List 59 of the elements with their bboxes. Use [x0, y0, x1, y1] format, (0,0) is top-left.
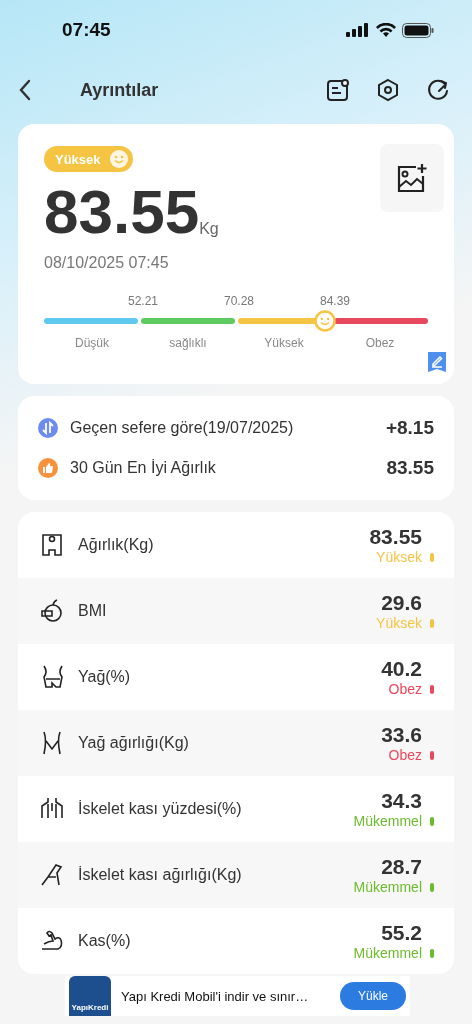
settings-icon[interactable]	[376, 78, 400, 102]
threshold-value: 84.39	[319, 294, 350, 308]
metric-name: Kas(%)	[78, 932, 132, 950]
metric-value: 28.7	[381, 855, 422, 879]
range-label: Obez	[364, 336, 396, 350]
metric-value: 55.2	[381, 921, 422, 945]
metric-row[interactable]: Ağırlık(Kg) 83.55 Yüksek	[18, 512, 454, 578]
metric-row[interactable]: Yağ(%) 40.2 Obez	[18, 644, 454, 710]
threshold-value: 70.28	[223, 294, 254, 308]
install-button[interactable]: Yükle	[339, 982, 406, 1010]
status-badge: Yüksek	[44, 146, 133, 172]
metric-name: Ağırlık(Kg)	[78, 536, 155, 554]
smiley-icon	[108, 149, 129, 169]
refresh-icon[interactable]	[426, 78, 450, 102]
metric-value: 34.3	[381, 789, 422, 813]
metric-value: 83.55	[369, 525, 422, 549]
back-icon	[18, 79, 32, 101]
metric-status: Yüksek	[376, 615, 422, 631]
metric-status: Yüksek	[376, 549, 422, 565]
metric-name: Yağ ağırlığı(Kg)	[78, 734, 190, 752]
metric-row[interactable]: İskelet kası yüzdesi(%) 34.3 Mükemmel	[18, 776, 454, 842]
ad-banner[interactable]: YapıKredi Yapı Kredi Mobil'i indir ve sınır… Yükle	[65, 976, 410, 1016]
compare-icon	[38, 418, 58, 438]
metric-status: Mükemmel	[353, 813, 422, 829]
metric-name: BMI	[78, 602, 108, 620]
metric-status: Mükemmel	[353, 945, 422, 961]
range-label: Düşük	[74, 336, 110, 350]
add-image-icon	[396, 163, 428, 193]
metric-value: 40.2	[381, 657, 422, 681]
wifi-icon	[376, 22, 396, 38]
comparison-label: 30 Gün En İyi Ağırlık	[70, 459, 217, 477]
range-label: Yüksek	[263, 336, 305, 350]
metric-value: 33.6	[381, 723, 422, 747]
metric-name: İskelet kası ağırlığı(Kg)	[78, 866, 243, 884]
note-icon[interactable]	[326, 78, 350, 102]
metric-status: Mükemmel	[353, 879, 422, 895]
add-photo-button[interactable]	[380, 144, 444, 212]
edit-icon[interactable]	[428, 352, 446, 372]
battery-icon	[402, 22, 434, 38]
app-logo: YapıKredi	[69, 976, 111, 1016]
comparison-value: 83.55	[386, 457, 434, 479]
ad-text: Yapı Kredi Mobil'i indir ve sınır…	[121, 988, 310, 1004]
metric-status: Obez	[388, 747, 422, 763]
metric-name: Yağ(%)	[78, 668, 132, 686]
metric-value: 29.6	[381, 591, 422, 615]
weight-unit: Kg	[199, 220, 219, 238]
thumbs-up-icon	[38, 458, 58, 478]
weight-value: 83.55	[44, 178, 200, 246]
comparison-label: Geçen sefere göre(19/07/2025)	[70, 419, 295, 437]
signal-icon	[346, 23, 370, 37]
metric-status: Obez	[388, 681, 422, 697]
range-label: sağlıklı	[168, 336, 208, 350]
comparison-value: +8.15	[385, 417, 434, 439]
measurement-date: 08/10/2025 07:45	[44, 254, 170, 272]
clock: 07:45	[62, 19, 111, 41]
threshold-value: 52.21	[127, 294, 158, 308]
page-title: Ayrıntılar	[80, 79, 160, 101]
metric-name: İskelet kası yüzdesi(%)	[78, 800, 243, 818]
metric-row[interactable]: Kas(%) 55.2 Mükemmel	[18, 908, 454, 974]
